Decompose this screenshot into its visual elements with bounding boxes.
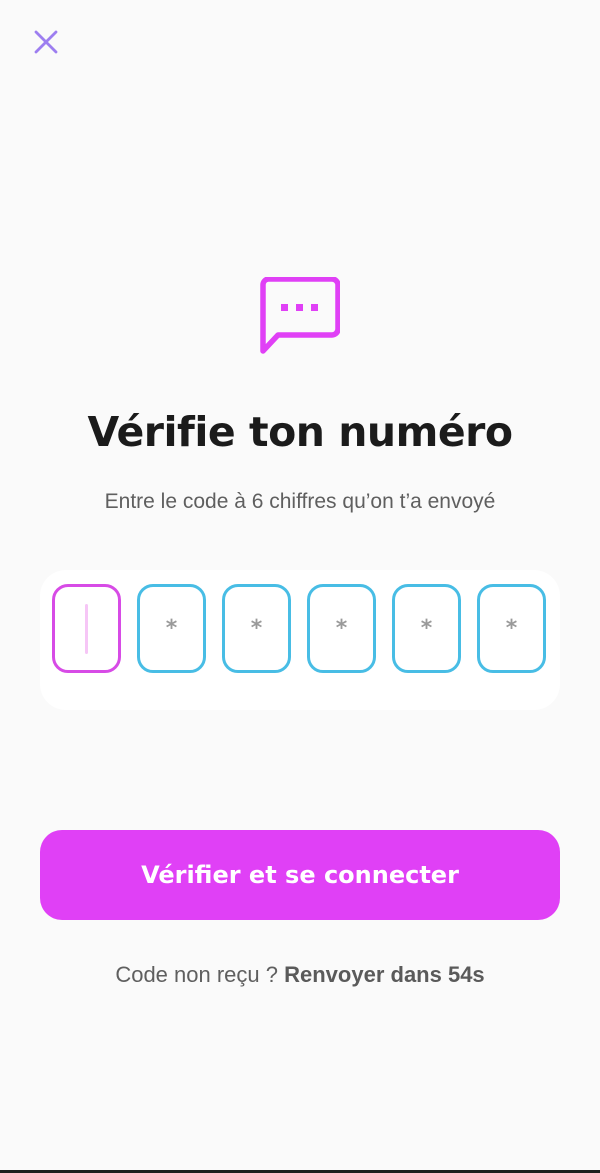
code-digit-box-3[interactable]: *: [222, 584, 291, 673]
resend-prompt: Code non reçu ?: [115, 962, 278, 987]
code-digit-box-2[interactable]: *: [137, 584, 206, 673]
code-digit-box-4[interactable]: *: [307, 584, 376, 673]
code-digit-placeholder: *: [335, 615, 348, 641]
chat-bubble-dots-icon: [260, 277, 340, 354]
close-icon: [34, 30, 58, 54]
code-digit-box-1[interactable]: [52, 584, 121, 673]
verify-and-login-button[interactable]: Vérifier et se connecter: [40, 830, 560, 920]
resend-row: Code non reçu ? Renvoyer dans 54s: [0, 960, 600, 990]
close-button[interactable]: [28, 24, 64, 60]
code-input-panel: * * * * *: [40, 570, 560, 710]
code-digit-placeholder: *: [165, 615, 178, 641]
code-digit-placeholder: *: [250, 615, 263, 641]
code-digit-placeholder: *: [420, 615, 433, 641]
text-cursor: [85, 603, 88, 654]
resend-code-link[interactable]: Renvoyer dans 54s: [284, 962, 485, 987]
page-subtitle: Entre le code à 6 chiffres qu’on t’a env…: [104, 490, 496, 513]
code-digit-placeholder: *: [505, 615, 518, 641]
code-digit-box-6[interactable]: *: [477, 584, 546, 673]
page-title: Vérifie ton numéro: [87, 408, 513, 456]
code-digit-box-5[interactable]: *: [392, 584, 461, 673]
